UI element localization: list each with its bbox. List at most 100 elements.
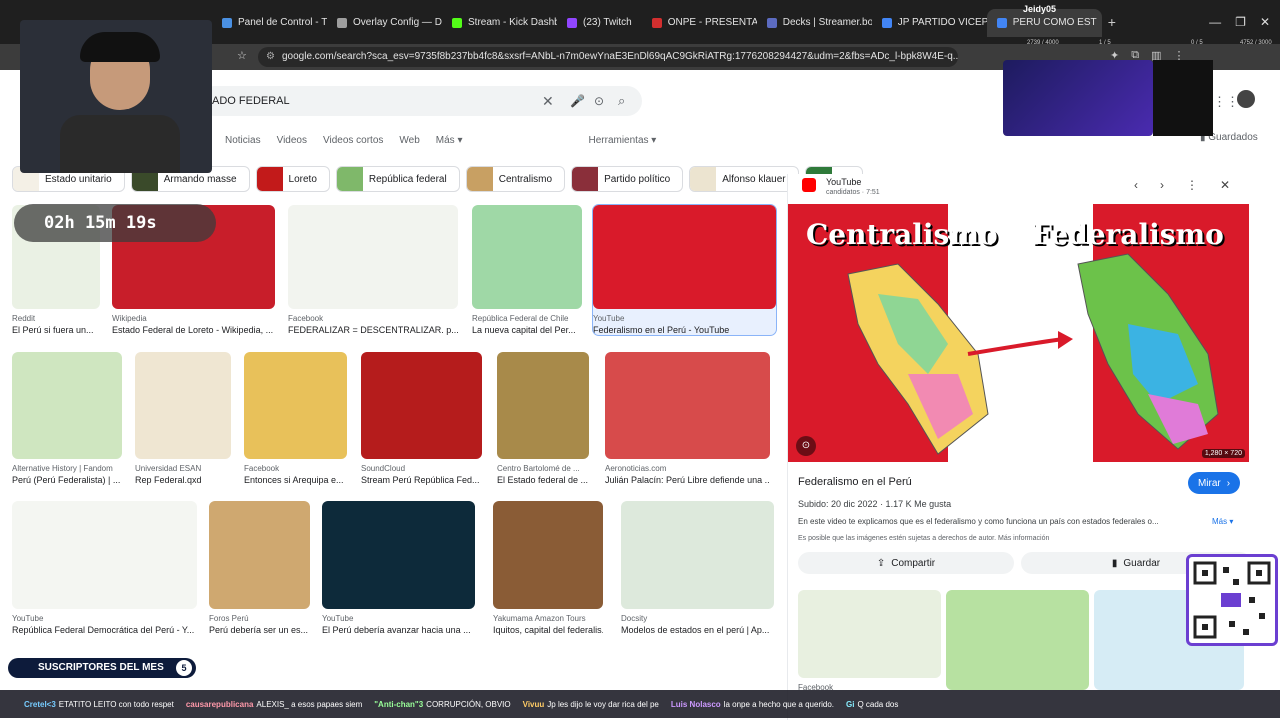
image-result[interactable]: SoundCloud Stream Perú República Fed... bbox=[361, 352, 482, 485]
watch-button[interactable]: Mirar › bbox=[1188, 472, 1240, 494]
tab-favicon-icon bbox=[766, 17, 777, 28]
browser-tab[interactable]: ONPE - PRESENTACIÓ bbox=[642, 9, 757, 37]
site-info-icon[interactable]: ⚙ bbox=[266, 47, 275, 67]
stat-4: 4752 / 3000 bbox=[1240, 40, 1272, 46]
clear-icon[interactable]: ✕ bbox=[542, 86, 554, 116]
result-title[interactable]: El Perú debería avanzar hacia una ... bbox=[322, 625, 475, 635]
lens-icon[interactable]: ⊙ bbox=[594, 86, 604, 116]
tab-videos-cortos[interactable]: Videos cortos bbox=[323, 135, 383, 146]
result-title[interactable]: Federalismo en el Perú - YouTube bbox=[593, 325, 776, 335]
result-source: Alternative History | Fandom bbox=[12, 464, 113, 473]
result-title[interactable]: República Federal Democrática del Perú -… bbox=[12, 625, 197, 635]
result-title[interactable]: Rep Federal.qxd bbox=[135, 475, 231, 485]
lens-search-icon[interactable]: ⊙ bbox=[796, 436, 816, 456]
close-panel-icon[interactable]: ✕ bbox=[1220, 178, 1230, 192]
image-result[interactable]: YouTube El Perú debería avanzar hacia una… bbox=[322, 501, 475, 635]
result-title[interactable]: Julián Palacín: Perú Libre defiende una … bbox=[605, 475, 770, 485]
result-thumbnail[interactable] bbox=[621, 501, 774, 609]
browser-tab[interactable]: Overlay Config — Dat bbox=[327, 9, 442, 37]
result-source: Yakumama Amazon Tours bbox=[493, 614, 586, 623]
tab-title: Overlay Config — Dat bbox=[353, 17, 442, 28]
tab-title: Stream - Kick Dashbo bbox=[468, 17, 557, 28]
more-link[interactable]: Más ▾ bbox=[1212, 517, 1233, 526]
related-image[interactable] bbox=[946, 590, 1089, 690]
subs-label: SUSCRIPTORES DEL MES bbox=[38, 662, 164, 673]
search-box[interactable]: ADO FEDERAL ✕ 🎤 ⊙ ⌕ bbox=[200, 86, 642, 116]
chip-label: Armando masse bbox=[163, 173, 237, 185]
result-title[interactable]: La nueva capital del Per... bbox=[472, 325, 582, 335]
chip-label: Alfonso klauer bbox=[722, 173, 786, 185]
result-thumbnail[interactable] bbox=[593, 205, 776, 309]
result-title[interactable]: Perú debería ser un es... bbox=[209, 625, 310, 635]
image-result[interactable]: Facebook Entonces si Arequipa e... bbox=[244, 352, 347, 485]
browser-tab[interactable]: JP PARTIDO VICEPRES bbox=[872, 9, 987, 37]
microphone-icon[interactable]: 🎤 bbox=[570, 86, 585, 116]
tab-title: Panel de Control - Tim bbox=[238, 17, 327, 28]
filter-chip[interactable]: República federal bbox=[335, 166, 460, 192]
chat-text: Jp les dijo le voy dar rica del pe bbox=[547, 699, 659, 709]
tab-videos[interactable]: Videos bbox=[277, 135, 307, 146]
filter-chip[interactable]: Loreto bbox=[255, 166, 330, 192]
result-title[interactable]: Estado Federal de Loreto - Wikipedia, ..… bbox=[112, 325, 275, 335]
browser-tab[interactable]: (23) Twitch bbox=[557, 9, 642, 37]
result-thumbnail[interactable] bbox=[605, 352, 770, 459]
tools-button[interactable]: Herramientas ▾ bbox=[589, 135, 657, 146]
image-result[interactable]: Universidad ESAN Rep Federal.qxd bbox=[135, 352, 231, 485]
result-thumbnail[interactable] bbox=[12, 501, 197, 609]
result-thumbnail[interactable] bbox=[493, 501, 603, 609]
share-button[interactable]: ⇪ Compartir bbox=[798, 552, 1014, 574]
bookmark-save-icon: ▮ bbox=[1111, 557, 1118, 569]
result-title[interactable]: Stream Perú República Fed... bbox=[361, 475, 482, 485]
image-result[interactable]: Yakumama Amazon Tours Iquitos, capital de… bbox=[493, 501, 603, 635]
browser-tab[interactable]: Decks | Streamer.bot bbox=[757, 9, 872, 37]
tab-web[interactable]: Web bbox=[399, 135, 419, 146]
image-result[interactable]: Docsity Modelos de estados en el perú | A… bbox=[621, 501, 774, 635]
result-thumbnail[interactable] bbox=[361, 352, 482, 459]
result-thumbnail[interactable] bbox=[472, 205, 582, 309]
result-thumbnail[interactable] bbox=[209, 501, 310, 609]
search-icon[interactable]: ⌕ bbox=[618, 86, 625, 116]
result-thumbnail[interactable] bbox=[497, 352, 589, 459]
browser-tab[interactable]: Stream - Kick Dashbo bbox=[442, 9, 557, 37]
result-title[interactable]: Modelos de estados en el perú | Ap... bbox=[621, 625, 774, 635]
prev-icon[interactable]: ‹ bbox=[1134, 178, 1138, 192]
url-field[interactable]: ⚙ google.com/search?sca_esv=9735f8b237bb… bbox=[258, 47, 958, 67]
result-title[interactable]: El Perú si fuera un... bbox=[12, 325, 100, 335]
tab-title: JP PARTIDO VICEPRES bbox=[897, 17, 987, 28]
tab-noticias[interactable]: Noticias bbox=[225, 135, 261, 146]
result-title[interactable]: Entonces si Arequipa e... bbox=[244, 475, 347, 485]
image-result[interactable]: YouTube Federalismo en el Perú - YouTube bbox=[592, 204, 777, 336]
result-title[interactable]: FEDERALIZAR = DESCENTRALIZAR. p... bbox=[288, 325, 458, 335]
result-source: Reddit bbox=[12, 314, 36, 323]
image-result[interactable]: Centro Bartolomé de ... El Estado federal… bbox=[497, 352, 589, 485]
next-icon[interactable]: › bbox=[1160, 178, 1164, 192]
image-result[interactable]: YouTube República Federal Democrática del… bbox=[12, 501, 197, 635]
browser-tab[interactable]: Panel de Control - Tim bbox=[212, 9, 327, 37]
image-result[interactable]: República Federal de Chile La nueva capit… bbox=[472, 205, 582, 335]
image-result[interactable]: Facebook FEDERALIZAR = DESCENTRALIZAR. p.… bbox=[288, 205, 458, 335]
result-thumbnail[interactable] bbox=[12, 352, 122, 459]
image-result[interactable]: Alternative History | Fandom Perú (Perú F… bbox=[12, 352, 122, 485]
bookmark-icon[interactable]: ☆ bbox=[237, 49, 247, 62]
filter-chip[interactable]: Partido político bbox=[571, 166, 684, 192]
result-title[interactable]: Perú (Perú Federalista) | ... bbox=[12, 475, 122, 485]
result-thumbnail[interactable] bbox=[322, 501, 475, 609]
result-thumbnail[interactable] bbox=[244, 352, 347, 459]
result-thumbnail[interactable] bbox=[135, 352, 231, 459]
result-title[interactable]: Iquitos, capital del federalis... bbox=[493, 625, 603, 635]
tab-mas[interactable]: Más ▾ bbox=[436, 135, 463, 146]
chat-message: causarepublicana ALEXIS_ a esos papaes si… bbox=[186, 700, 362, 709]
filter-chip[interactable]: Centralismo bbox=[465, 166, 566, 192]
filter-chip[interactable]: Alfonso klauer bbox=[689, 166, 799, 192]
panel-title[interactable]: Federalismo en el Perú bbox=[798, 476, 912, 488]
image-result[interactable]: Aeronoticias.com Julián Palacín: Perú Lib… bbox=[605, 352, 770, 485]
result-source: Foros Perú bbox=[209, 614, 249, 623]
related-image[interactable] bbox=[798, 590, 941, 678]
stat-3: 0 / 5 bbox=[1191, 40, 1203, 46]
image-result[interactable]: Foros Perú Perú debería ser un es... bbox=[209, 501, 310, 635]
more-options-icon[interactable]: ⋮ bbox=[1186, 178, 1198, 192]
preview-image[interactable]: Centralismo Federalismo ⊙ 1,280 × 720 bbox=[788, 204, 1249, 462]
result-title[interactable]: El Estado federal de ... bbox=[497, 475, 589, 485]
result-thumbnail[interactable] bbox=[288, 205, 458, 309]
panel-channel: candidatos · 7:51 bbox=[826, 189, 880, 196]
